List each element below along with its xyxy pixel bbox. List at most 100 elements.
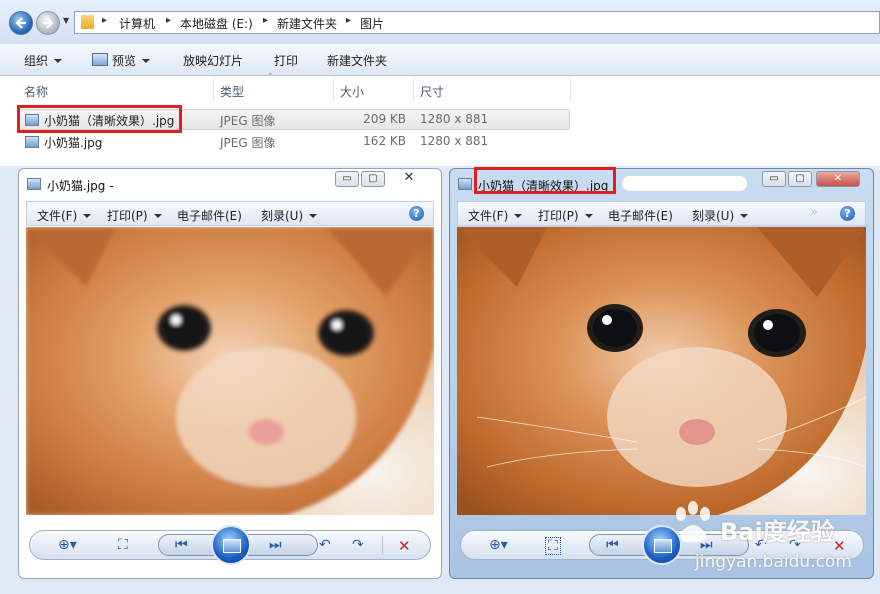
menu-print[interactable]: 打印(P) (107, 207, 162, 224)
forward-button[interactable] (36, 11, 60, 35)
kitten-photo (26, 227, 434, 515)
dropdown-arrow-icon (309, 214, 318, 218)
column-divider[interactable] (570, 76, 571, 102)
back-button[interactable] (9, 11, 33, 35)
column-divider[interactable] (413, 76, 414, 102)
preview-button[interactable]: 预览 (92, 52, 151, 69)
menu-print[interactable]: 打印(P) (538, 207, 593, 224)
minimize-button[interactable]: ▭ (762, 171, 786, 187)
organize-label: 组织 (24, 54, 49, 68)
sort-ascending-icon: ˄ (268, 73, 273, 83)
file-dimensions: 1280 x 881 (420, 134, 489, 148)
breadcrumb-separator-icon[interactable]: ▸ (263, 15, 268, 26)
help-icon[interactable]: ? (409, 206, 424, 221)
dropdown-arrow-icon (740, 214, 749, 218)
photo-viewer-window-original: 小奶猫.jpg - ▭ ▢ ✕ 文件(F) 打印(P) 电子邮件(E) 刻录(U… (18, 168, 442, 579)
close-button[interactable]: ✕ (389, 171, 429, 187)
print-button[interactable]: 打印 (274, 52, 298, 69)
menu-file[interactable]: 文件(F) (468, 207, 523, 224)
menu-file-label: 文件(F) (37, 209, 78, 223)
file-list: 名称 ˄ 类型 大小 尺寸 小奶猫（清晰效果）.jpg JPEG 图像 209 … (0, 73, 880, 166)
baidu-jingyan-watermark: Bai度经验 jingyan.baidu.com (640, 494, 875, 590)
new-folder-button[interactable]: 新建文件夹 (327, 52, 387, 69)
menu-print-label: 打印(P) (107, 209, 148, 223)
command-toolbar: 组织 预览 放映幻灯片 打印 新建文件夹 (0, 44, 880, 76)
watermark-brand: Bai度经验 (720, 518, 835, 546)
divider (382, 536, 383, 554)
breadcrumb-pictures[interactable]: 图片 (360, 15, 384, 32)
dropdown-arrow-icon (83, 214, 92, 218)
watermark-url: jingyan.baidu.com (695, 552, 852, 572)
menu-email[interactable]: 电子邮件(E) (177, 207, 242, 224)
file-name[interactable]: 小奶猫.jpg (44, 134, 102, 151)
previous-icon[interactable]: ⏮ (606, 537, 619, 553)
highlight-box (474, 167, 616, 194)
slideshow-button[interactable]: 放映幻灯片 (183, 52, 243, 69)
dropdown-arrow-icon (153, 214, 162, 218)
close-button[interactable]: ✕ (816, 171, 860, 187)
breadcrumb-drive-e[interactable]: 本地磁盘 (E:) (180, 15, 253, 32)
column-header-dimensions[interactable]: 尺寸 (420, 83, 444, 100)
back-arrow-icon (15, 17, 26, 29)
menu-burn-label: 刻录(U) (261, 209, 304, 223)
preview-label: 预览 (112, 54, 137, 68)
viewer-control-bar: ⊕▾ ⛶ ⏮ ⏭ ↶ ↷ ✕ (29, 525, 431, 565)
photo-viewer-icon (458, 178, 472, 190)
dropdown-arrow-icon (54, 59, 63, 63)
next-icon[interactable]: ⏭ (269, 537, 282, 553)
photo-viewer-icon (27, 178, 41, 190)
organize-button[interactable]: 组织 (24, 52, 63, 69)
dropdown-arrow-icon (514, 214, 523, 218)
delete-icon[interactable]: ✕ (398, 537, 411, 555)
file-dimensions: 1280 x 881 (420, 112, 489, 126)
column-header-name[interactable]: 名称 (24, 83, 48, 100)
slideshow-play-button[interactable] (211, 525, 251, 565)
column-header-type[interactable]: 类型 (220, 83, 244, 100)
zoom-icon[interactable]: ⊕▾ (58, 537, 77, 553)
image-file-icon (25, 136, 39, 148)
dropdown-arrow-icon (584, 214, 593, 218)
recent-pages-dropdown-icon[interactable]: ▼ (63, 16, 69, 25)
column-divider[interactable] (333, 76, 334, 102)
breadcrumb-separator-icon[interactable]: ▸ (166, 15, 171, 26)
breadcrumb-new-folder[interactable]: 新建文件夹 (277, 15, 337, 32)
menu-file[interactable]: 文件(F) (37, 207, 92, 224)
overflow-chevron-icon[interactable]: » (810, 205, 818, 220)
rotate-counterclockwise-icon[interactable]: ↶ (319, 537, 331, 553)
previous-icon[interactable]: ⏮ (175, 537, 188, 553)
highlight-box (17, 105, 182, 133)
slideshow-icon (223, 539, 241, 553)
actual-size-icon[interactable]: ⛶ (118, 537, 128, 553)
rotate-clockwise-icon[interactable]: ↷ (352, 537, 364, 553)
maximize-button[interactable]: ▢ (788, 171, 812, 187)
menu-burn[interactable]: 刻录(U) (261, 207, 318, 224)
title-obscured-area (622, 176, 747, 191)
maximize-button[interactable]: ▢ (361, 171, 385, 187)
help-icon[interactable]: ? (840, 206, 855, 221)
kitten-image (26, 227, 434, 515)
viewer-menu-bar: 文件(F) 打印(P) 电子邮件(E) 刻录(U) ? (26, 201, 434, 226)
kitten-image (457, 227, 866, 515)
window-title: 小奶猫.jpg - (47, 179, 114, 193)
breadcrumb-separator-icon[interactable]: ▸ (102, 15, 107, 26)
navigation-bar: ▼ ▸ 计算机 ▸ 本地磁盘 (E:) ▸ 新建文件夹 ▸ 图片 (0, 0, 880, 44)
viewer-menu-bar: 文件(F) 打印(P) 电子邮件(E) 刻录(U) » ? (457, 201, 866, 226)
zoom-icon[interactable]: ⊕▾ (489, 537, 508, 553)
breadcrumb-computer[interactable]: 计算机 (119, 15, 155, 32)
menu-burn[interactable]: 刻录(U) (692, 207, 749, 224)
menu-burn-label: 刻录(U) (692, 209, 735, 223)
file-type: JPEG 图像 (220, 114, 276, 128)
column-divider[interactable] (213, 76, 214, 102)
address-bar[interactable]: ▸ 计算机 ▸ 本地磁盘 (E:) ▸ 新建文件夹 ▸ 图片 (74, 11, 880, 34)
column-header-size[interactable]: 大小 (340, 83, 364, 100)
forward-arrow-icon (43, 17, 54, 29)
paw-icon (676, 501, 710, 543)
menu-print-label: 打印(P) (538, 209, 579, 223)
actual-size-icon[interactable]: ⛶ (545, 537, 561, 555)
preview-icon (92, 53, 108, 66)
breadcrumb-separator-icon[interactable]: ▸ (346, 15, 351, 26)
menu-email[interactable]: 电子邮件(E) (608, 207, 673, 224)
dropdown-arrow-icon (142, 59, 151, 63)
minimize-button[interactable]: ▭ (335, 171, 359, 187)
file-size: 209 KB (363, 112, 406, 126)
